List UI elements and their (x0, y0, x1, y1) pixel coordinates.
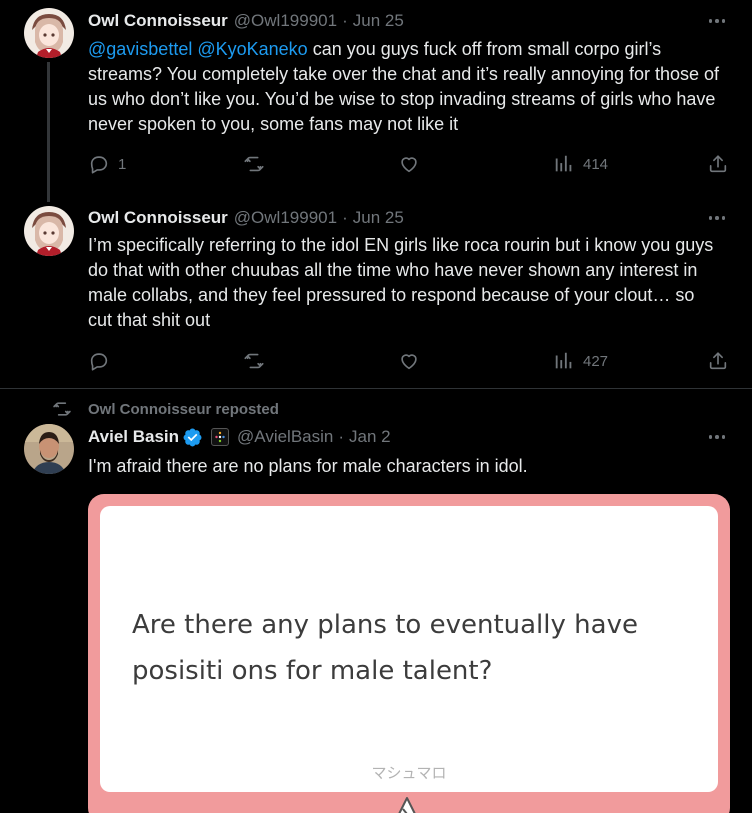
views-icon (555, 352, 572, 369)
like-button[interactable] (398, 152, 420, 176)
reply-button[interactable] (88, 349, 110, 373)
views-button[interactable]: 427 (553, 349, 608, 373)
like-icon (401, 157, 417, 173)
separator-dot: · (342, 208, 348, 227)
tweet-date[interactable]: Jan 2 (349, 427, 391, 447)
tweet-text: I'm afraid there are no plans for male c… (88, 456, 528, 476)
retweet-icon (244, 156, 264, 172)
affiliate-badge-icon[interactable] (211, 428, 230, 446)
author-name[interactable]: Owl Connoisseur (88, 208, 228, 228)
repost-label: Owl Connoisseur reposted (88, 400, 279, 418)
avatar-owl-connoisseur[interactable] (24, 8, 74, 58)
marshmallow-image-card[interactable]: Are there any plans to eventually have p… (88, 494, 730, 813)
more-options-button[interactable] (706, 207, 728, 229)
more-options-button[interactable] (706, 10, 728, 32)
more-icon (708, 435, 713, 439)
avatar-owl-connoisseur[interactable] (24, 206, 74, 256)
share-button[interactable] (707, 152, 729, 176)
tweet-actions: 427 (88, 349, 736, 373)
share-icon (709, 352, 727, 370)
views-count: 427 (583, 352, 609, 370)
avatar-aviel-basin[interactable] (24, 424, 74, 474)
author-name[interactable]: Owl Connoisseur (88, 11, 228, 31)
reply-icon (90, 156, 108, 174)
more-options-button[interactable] (706, 426, 728, 448)
tweet-header: Owl Connoisseur @Owl199901 · Jun 25 (88, 207, 404, 229)
reply-button[interactable]: 1 (88, 152, 126, 176)
verified-badge-icon[interactable] (182, 427, 203, 448)
like-icon (401, 354, 417, 370)
tweet-2[interactable]: Owl Connoisseur @Owl199901 · Jun 25 I’m … (0, 196, 752, 388)
author-handle[interactable]: @Owl199901 (234, 208, 337, 228)
repost-indicator[interactable]: Owl Connoisseur reposted (52, 400, 279, 418)
share-icon (709, 155, 727, 173)
more-icon (708, 19, 713, 23)
tweet-actions: 1 414 (88, 152, 736, 176)
marshmallow-question: Are there any plans to eventually have p… (132, 610, 638, 686)
reply-icon (90, 353, 108, 371)
author-handle[interactable]: @AvielBasin (237, 427, 333, 447)
marshmallow-brand: マシュマロ (371, 764, 447, 782)
like-button[interactable] (398, 349, 420, 373)
tweet-1[interactable]: Owl Connoisseur @Owl199901 · Jun 25 @gav… (0, 0, 752, 202)
views-count: 414 (583, 155, 609, 173)
share-button[interactable] (707, 349, 729, 373)
views-icon (555, 155, 572, 172)
thread-connector-line (47, 62, 50, 202)
views-button[interactable]: 414 (553, 152, 608, 176)
mention-link[interactable]: @KyoKaneko (197, 39, 307, 59)
marshmallow-card-body: Are there any plans to eventually have p… (100, 506, 718, 792)
tweet-header: Owl Connoisseur @Owl199901 · Jun 25 (88, 10, 404, 32)
mention-link[interactable]: @gavisbettel (88, 39, 192, 59)
separator-dot: · (338, 427, 345, 446)
retweet-icon (244, 353, 264, 369)
tweet-divider (0, 388, 752, 389)
author-handle[interactable]: @Owl199901 (234, 11, 337, 31)
author-name[interactable]: Aviel Basin (88, 427, 179, 447)
retweet-icon (53, 402, 71, 416)
retweet-button[interactable] (243, 349, 265, 373)
tweet-date[interactable]: Jun 25 (353, 11, 404, 31)
marshmallow-logo-icon (398, 797, 416, 813)
tweet-text: @gavisbettel @KyoKaneko can you guys fuc… (88, 37, 720, 137)
reply-count: 1 (118, 155, 127, 173)
more-icon (708, 216, 713, 220)
tweet-date[interactable]: Jun 25 (353, 208, 404, 228)
tweet-header: Aviel Basin @AvielBasin · Jan 2 (88, 426, 391, 448)
retweet-button[interactable] (243, 152, 265, 176)
separator-dot: · (342, 11, 348, 30)
tweet-text: I’m specifically referring to the idol E… (88, 235, 714, 330)
